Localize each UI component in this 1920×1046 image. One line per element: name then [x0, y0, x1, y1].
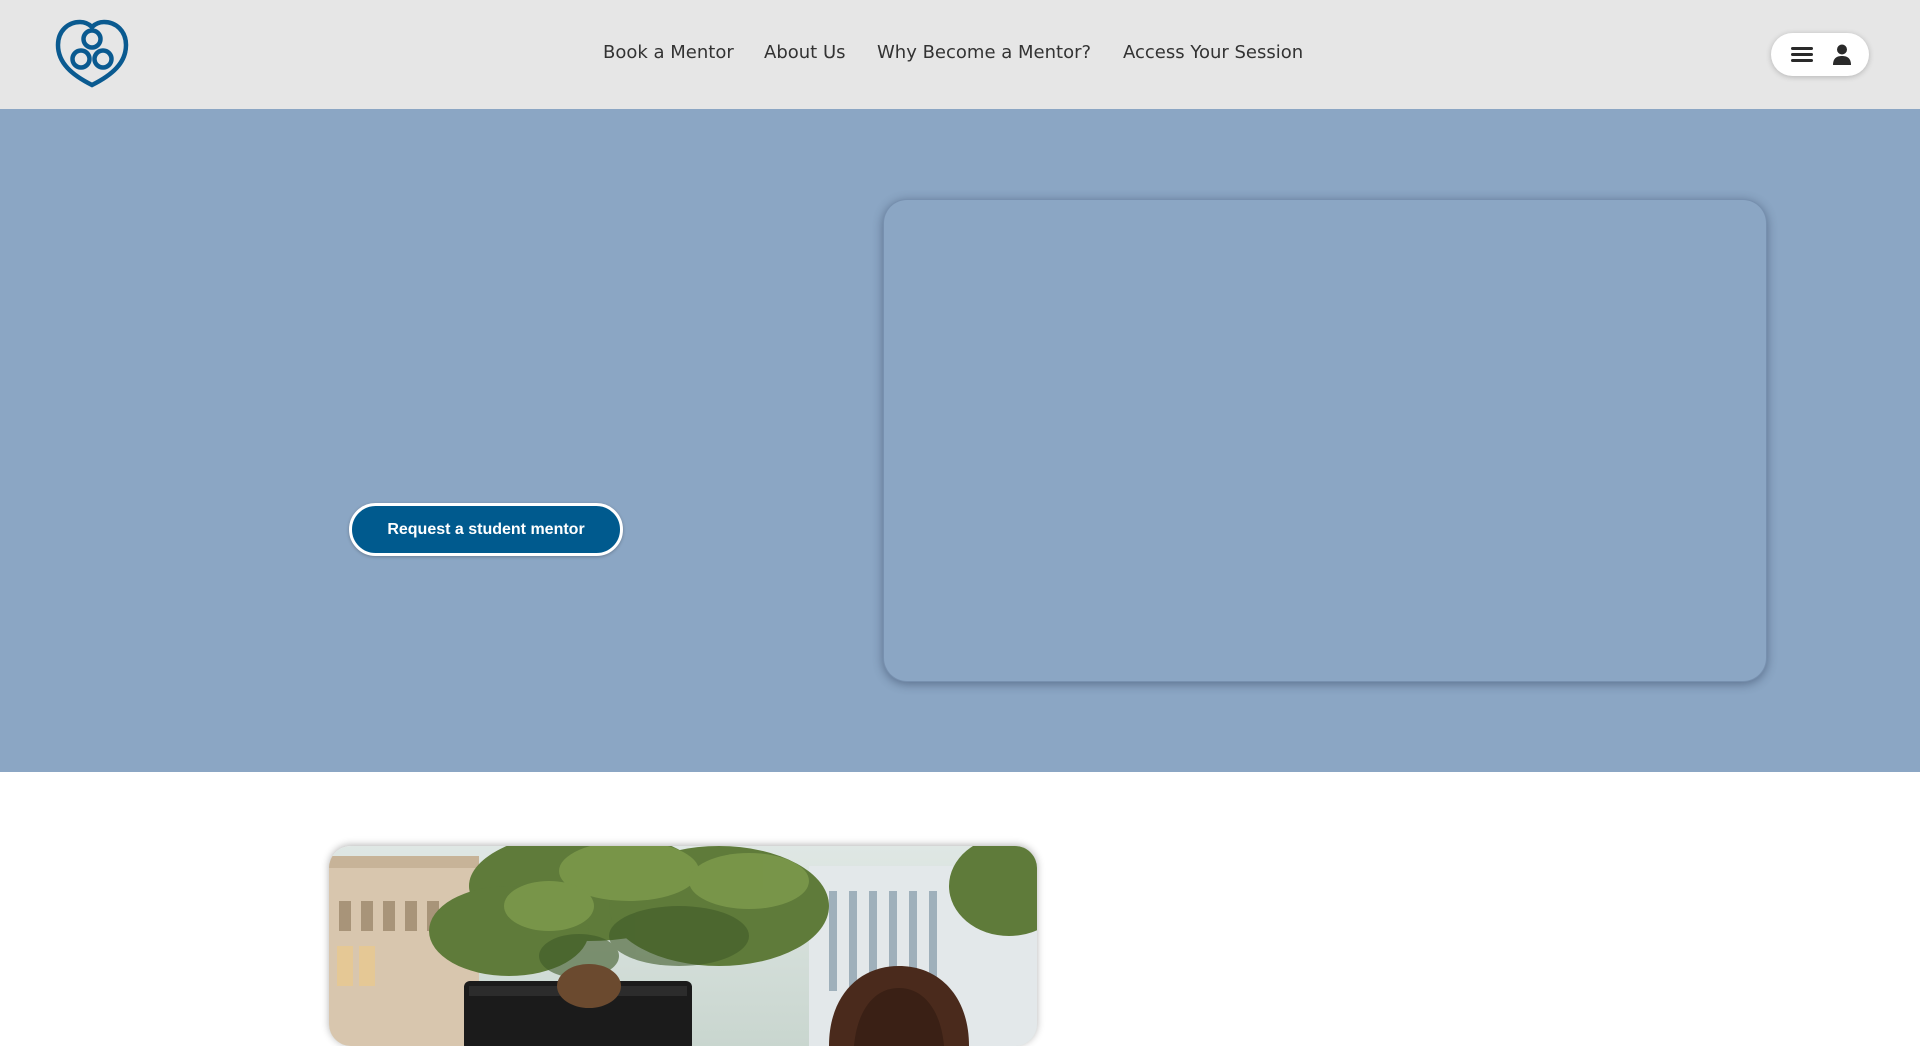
nav-access-your-session[interactable]: Access Your Session — [1123, 42, 1303, 64]
main-nav: Book a Mentor About Us Why Become a Ment… — [0, 0, 1920, 109]
students-photo — [329, 846, 1037, 1046]
nav-book-a-mentor[interactable]: Book a Mentor — [603, 42, 734, 64]
nav-why-become-a-mentor[interactable]: Why Become a Mentor? — [877, 42, 1091, 64]
menu-icon — [1791, 47, 1813, 62]
account-menu-button[interactable] — [1771, 33, 1869, 76]
hero-media-card — [883, 199, 1767, 682]
nav-about-us[interactable]: About Us — [764, 42, 846, 64]
site-header: Book a Mentor About Us Why Become a Ment… — [0, 0, 1920, 109]
request-student-mentor-button[interactable]: Request a student mentor — [349, 503, 623, 556]
user-icon — [1833, 44, 1851, 65]
